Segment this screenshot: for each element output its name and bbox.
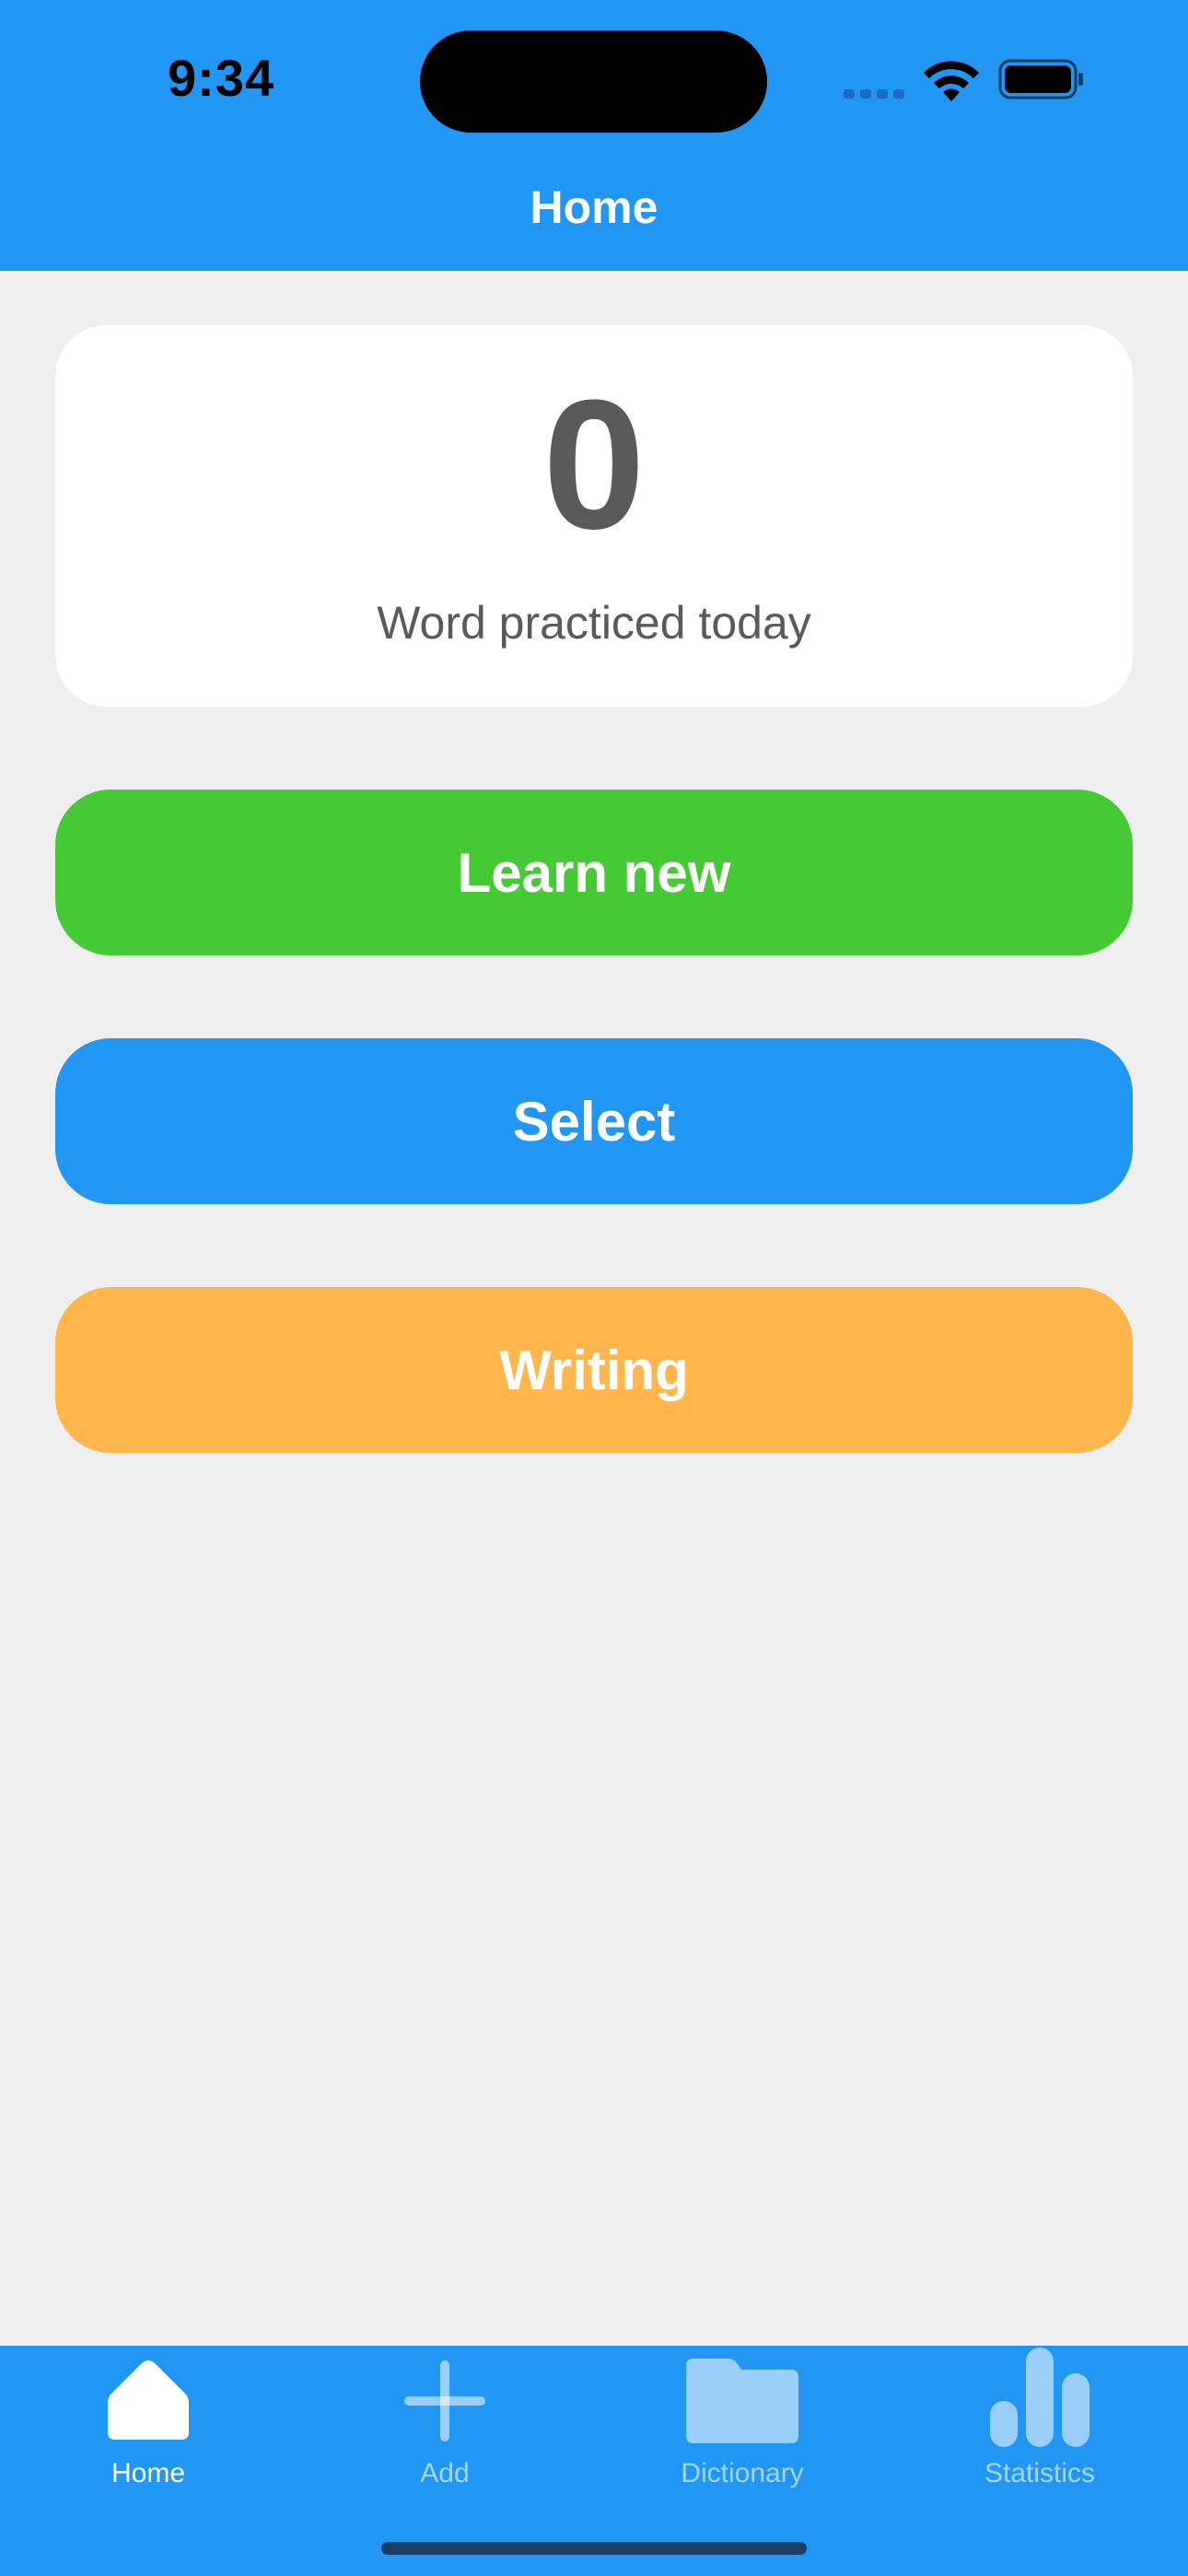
battery-icon [998, 59, 1083, 100]
learn-new-button[interactable]: Learn new [55, 790, 1133, 955]
words-practiced-caption: Word practiced today [377, 597, 811, 649]
cellular-signal-icon [844, 84, 906, 99]
tab-label-home: Home [111, 2458, 186, 2488]
writing-button[interactable]: Writing [55, 1287, 1133, 1453]
select-button[interactable]: Select [55, 1038, 1133, 1204]
wifi-icon [924, 61, 979, 101]
words-practiced-count: 0 [542, 362, 646, 568]
tab-home[interactable]: Home [0, 2346, 297, 2530]
tab-label-dictionary: Dictionary [681, 2458, 804, 2488]
tab-dictionary[interactable]: Dictionary [594, 2346, 891, 2530]
plus-icon [404, 2360, 485, 2441]
tab-label-add: Add [420, 2458, 470, 2488]
status-time: 9:34 [168, 49, 275, 107]
tab-label-statistics: Statistics [984, 2458, 1096, 2488]
page-title: Home [530, 181, 658, 233]
home-indicator[interactable] [381, 2542, 807, 2555]
top-header: 9:34 Home [0, 0, 1188, 271]
tab-statistics[interactable]: Statistics [891, 2346, 1188, 2530]
folder-icon [686, 2359, 798, 2443]
stats-card: 0 Word practiced today [55, 325, 1133, 707]
dynamic-island [420, 30, 767, 133]
home-icon [108, 2360, 189, 2440]
bar-chart-icon [990, 2348, 1089, 2447]
tab-add[interactable]: Add [297, 2346, 593, 2530]
